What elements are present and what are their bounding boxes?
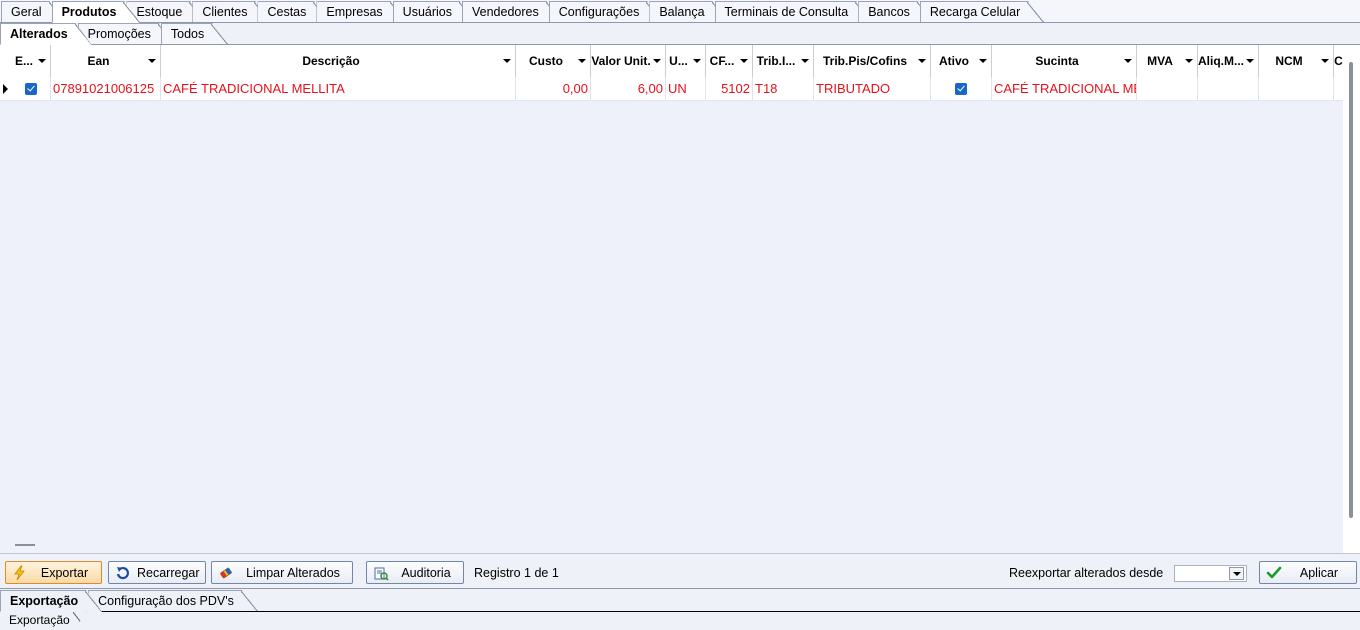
cell-custo[interactable]: 0,00: [516, 77, 591, 101]
cell-ncm[interactable]: [1259, 77, 1334, 101]
tab-configuracoes[interactable]: Configurações: [549, 1, 664, 22]
cell-ativo[interactable]: [931, 77, 992, 101]
eraser-icon: [218, 565, 234, 581]
column-header-ean[interactable]: Ean: [51, 45, 161, 77]
cell-descricao[interactable]: CAFÉ TRADICIONAL MELLITA: [161, 77, 516, 101]
column-header-cfop[interactable]: CF...: [706, 45, 753, 77]
column-filter-icon[interactable]: [653, 59, 661, 63]
auditoria-label: Auditoria: [401, 565, 451, 580]
cell-ean[interactable]: 07891021006125: [51, 77, 161, 101]
recarregar-label: Recarregar: [137, 565, 200, 580]
sub-tab-strip: Alterados Promoções Todos: [0, 23, 1360, 45]
column-filter-icon[interactable]: [979, 59, 987, 63]
column-header-unidade[interactable]: U...: [666, 45, 706, 77]
cell-mva[interactable]: [1137, 77, 1198, 101]
column-filter-icon[interactable]: [1321, 59, 1329, 63]
column-filter-icon[interactable]: [1246, 59, 1254, 63]
grid-header: E... Ean Descrição Custo Valor Unit. U..…: [0, 45, 1343, 77]
tab-alterados[interactable]: Alterados: [0, 23, 92, 45]
column-header-c[interactable]: C: [1334, 45, 1343, 77]
lightning-icon: [12, 565, 28, 581]
limpar-alterados-button[interactable]: Limpar Alterados: [211, 561, 353, 584]
vertical-scrollbar[interactable]: [1343, 45, 1360, 537]
column-filter-icon[interactable]: [918, 59, 926, 63]
column-filter-icon[interactable]: [693, 59, 701, 63]
header-indicator: [0, 45, 12, 77]
column-header-trib-icms[interactable]: Trib.I...: [753, 45, 814, 77]
column-filter-icon[interactable]: [1124, 59, 1132, 63]
column-header-descricao[interactable]: Descrição: [161, 45, 516, 77]
reexportar-label: Reexportar alterados desde: [1009, 566, 1164, 580]
main-tab-strip: Geral Produtos Estoque Clientes Cestas E…: [0, 0, 1360, 23]
exportar-button[interactable]: Exportar: [5, 561, 102, 584]
grid-body: E... Ean Descrição Custo Valor Unit. U..…: [0, 45, 1343, 537]
column-filter-icon[interactable]: [1185, 59, 1193, 63]
exportar-label: Exportar: [40, 565, 89, 580]
current-row-indicator-icon: [0, 77, 12, 101]
column-header-custo[interactable]: Custo: [516, 45, 591, 77]
column-header-mva[interactable]: MVA: [1137, 45, 1198, 77]
table-row[interactable]: 07891021006125 CAFÉ TRADICIONAL MELLITA …: [0, 77, 1343, 101]
cell-exportar[interactable]: [12, 77, 51, 101]
cell-aliq-m[interactable]: [1198, 77, 1259, 101]
auditoria-button[interactable]: Auditoria: [366, 561, 464, 584]
column-header-ncm[interactable]: NCM: [1259, 45, 1334, 77]
check-icon: [1266, 565, 1282, 581]
cell-unidade[interactable]: UN: [666, 77, 706, 101]
column-header-valor-unit[interactable]: Valor Unit.: [591, 45, 666, 77]
bottom-sub-tab-strip: Exportação: [0, 612, 1360, 630]
chevron-down-icon[interactable]: [1229, 567, 1244, 580]
bottom-toolbar: Exportar Recarregar Limpar Alterados Aud…: [0, 553, 1360, 589]
scrollbar-thumb[interactable]: [15, 544, 35, 546]
aplicar-button[interactable]: Aplicar: [1259, 561, 1357, 584]
column-filter-icon[interactable]: [740, 59, 748, 63]
limpar-alterados-label: Limpar Alterados: [246, 565, 340, 580]
registro-status: Registro 1 de 1: [474, 566, 559, 580]
cell-valor-unit[interactable]: 6,00: [591, 77, 666, 101]
bottom-tab-strip: Exportação Configuração dos PDV's: [0, 589, 1360, 612]
subtab-exportacao[interactable]: Exportação: [0, 612, 87, 629]
recarregar-button[interactable]: Recarregar: [108, 561, 206, 584]
tab-configuracao-pdvs[interactable]: Configuração dos PDV's: [88, 590, 258, 611]
column-filter-icon[interactable]: [148, 59, 156, 63]
tab-exportacao[interactable]: Exportação: [0, 590, 102, 612]
column-filter-icon[interactable]: [503, 59, 511, 63]
column-header-ativo[interactable]: Ativo: [931, 45, 992, 77]
aplicar-label: Aplicar: [1299, 565, 1339, 580]
checkbox-ativo[interactable]: [955, 83, 967, 95]
tab-todos[interactable]: Todos: [161, 23, 228, 44]
tab-vendedores[interactable]: Vendedores: [462, 1, 563, 22]
column-filter-icon[interactable]: [38, 59, 46, 63]
column-header-aliq-m[interactable]: Aliq.M...: [1198, 45, 1259, 77]
refresh-icon: [115, 565, 131, 581]
horizontal-scrollbar[interactable]: [0, 537, 1343, 553]
products-grid: E... Ean Descrição Custo Valor Unit. U..…: [0, 45, 1360, 553]
cell-sucinta[interactable]: CAFÉ TRADICIONAL MELLITA: [992, 77, 1137, 101]
column-header-exportar[interactable]: E...: [12, 45, 51, 77]
tab-terminais-de-consulta[interactable]: Terminais de Consulta: [715, 1, 873, 22]
tab-recarga-celular[interactable]: Recarga Celular: [920, 1, 1044, 22]
cell-trib-icms[interactable]: T18: [753, 77, 814, 101]
column-header-sucinta[interactable]: Sucinta: [992, 45, 1137, 77]
cell-trib-pis-cofins[interactable]: TRIBUTADO: [814, 77, 931, 101]
tab-promocoes[interactable]: Promoções: [78, 23, 175, 44]
column-header-trib-pis-cofins[interactable]: Trib.Pis/Cofins: [814, 45, 931, 77]
scrollbar-thumb[interactable]: [1349, 62, 1353, 518]
reexportar-date-picker[interactable]: [1174, 565, 1247, 582]
cell-cfop[interactable]: 5102: [706, 77, 753, 101]
column-filter-icon[interactable]: [578, 59, 586, 63]
column-filter-icon[interactable]: [801, 59, 809, 63]
checkbox-exportar[interactable]: [25, 83, 37, 95]
audit-icon: [373, 565, 389, 581]
